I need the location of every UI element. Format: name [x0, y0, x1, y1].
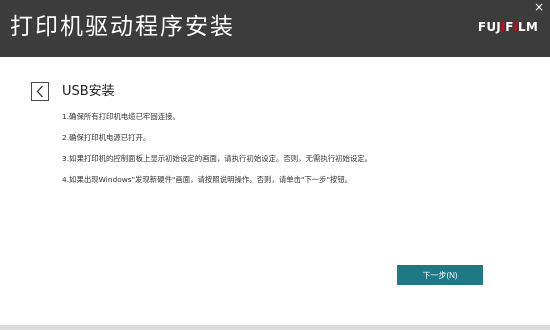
logo-text-suffix: LM [518, 20, 538, 34]
instruction-step-2: 2.确保打印机电源已打开。 [62, 133, 151, 142]
instruction-step-1: 1.确保所有打印机电缆已牢固连接。 [62, 112, 180, 121]
chevron-left-icon [36, 85, 43, 98]
title-bar: 打印机驱动程序安装 × FUJiFiLM [0, 0, 550, 57]
instruction-step-4: 4.如果出现Windows"发现新硬件"画面，请按照说明操作。否则，请单击"下一… [62, 175, 353, 184]
bottom-border [0, 325, 550, 330]
back-button[interactable] [31, 82, 49, 101]
section-title: USB安装 [62, 84, 115, 99]
logo-text-mid: F [505, 20, 514, 34]
fujifilm-logo: FUJiFiLM [478, 20, 538, 34]
instruction-step-3: 3.如果打印机的控制面板上显示初始设定的画面，请执行初始设定。否则，无需执行初始… [62, 154, 373, 163]
next-button[interactable]: 下一步(N) [397, 265, 483, 285]
close-button[interactable]: × [532, 0, 546, 14]
logo-text-prefix: FUJ [477, 20, 501, 34]
app-title: 打印机驱动程序安装 [10, 14, 235, 40]
